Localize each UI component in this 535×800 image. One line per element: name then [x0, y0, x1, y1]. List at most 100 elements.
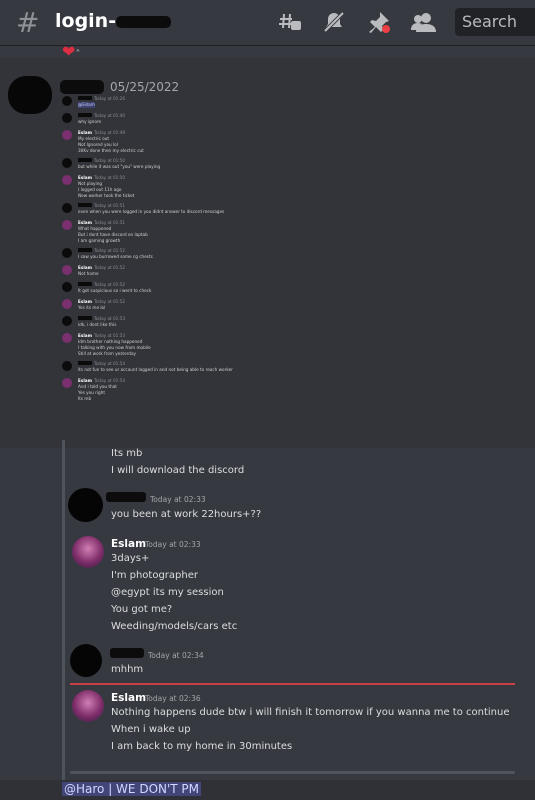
redacted-author-name	[60, 80, 104, 94]
embedded-message-time: Today at 01:53	[94, 333, 126, 338]
embedded-message-time: Today at 01:50	[94, 158, 126, 163]
embedded-message-time: Today at 01:51	[94, 203, 126, 208]
embedded-message: Today at 01:53 idk, i dont like this	[52, 316, 512, 330]
embedded-message-time: Today at 01:52	[94, 299, 126, 304]
embedded-author-name: Eslam	[78, 130, 92, 135]
embedded-author-name: Eslam	[78, 299, 92, 304]
message-line: When i wake up	[111, 724, 191, 735]
redacted-author-name	[78, 282, 92, 286]
eslam-avatar	[62, 299, 72, 309]
embedded-message: Today at 01:52 I saw you burrowed some cg…	[52, 248, 512, 262]
message-time: Today at 02:36	[145, 694, 201, 703]
embedded-screenshot: 05/25/2022 Today at 01:26 @Eslam Today at …	[0, 58, 535, 448]
message-line: I am back to my home in 30minutes	[111, 741, 293, 752]
message-line: mhhm	[111, 664, 144, 675]
embedded-message-time: Today at 01:26	[94, 96, 126, 101]
embedded-message-time: Today at 01:54	[94, 361, 126, 366]
search-input[interactable]: Search	[455, 8, 535, 36]
eslam-avatar[interactable]	[72, 690, 104, 722]
embedded-message-line: Not playing	[78, 181, 103, 186]
embedded-message-time: Today at 01:54	[94, 378, 126, 383]
embedded-message: Today at 01:52 It got suspicious so i wen…	[52, 282, 512, 296]
embedded-message-line: why ignore	[78, 119, 102, 124]
embedded-message: Today at 01:50 but while it was out "you"…	[52, 158, 512, 172]
user-mention[interactable]: @Haro | WE DON'T PM	[62, 782, 202, 796]
embedded-message-line: but while it was out "you" were playing	[78, 164, 161, 169]
redacted-avatar	[8, 76, 52, 114]
embedded-author-name: Eslam	[78, 175, 92, 180]
embedded-message-time: Today at 01:50	[94, 175, 126, 180]
message-line: you been at work 22hours+??	[111, 509, 262, 520]
eslam-avatar[interactable]	[72, 536, 104, 568]
embedded-message-line: Yes its me lol	[78, 305, 106, 310]
embedded-message: Today at 01:26 @Eslam	[52, 96, 512, 110]
members-icon[interactable]	[411, 10, 437, 34]
embedded-message-line: I logged out 11h ago	[78, 187, 122, 192]
channel-header: # login- Search	[0, 0, 535, 46]
embedded-message-line: idk, i dont like this	[78, 322, 117, 327]
channel-hash-icon: #	[16, 6, 40, 39]
horizontal-scrollbar[interactable]	[70, 771, 515, 774]
message-line: I will download the discord	[111, 465, 245, 476]
redacted-avatar	[68, 488, 103, 522]
embedded-author-name: Eslam	[78, 265, 92, 270]
quote-bar	[62, 440, 65, 780]
embedded-message-line: I saw you burrowed some cg chests	[78, 254, 153, 259]
embedded-message-line: Yes you right	[78, 390, 105, 395]
eslam-avatar	[62, 130, 72, 140]
redacted-author-name	[78, 203, 92, 207]
redacted-author-name	[78, 361, 92, 365]
embedded-message-time: Today at 01:49	[94, 130, 126, 135]
embedded-message-line: And i told you that	[78, 384, 117, 389]
eslam-avatar	[62, 265, 72, 275]
embedded-message-line: its not fun to see ur account logged in …	[78, 367, 233, 372]
embedded-message-line: Idm brother nothing happened	[78, 339, 143, 344]
message-time: Today at 02:33	[150, 495, 206, 504]
eslam-avatar	[62, 175, 72, 185]
redacted-author-name	[78, 96, 92, 100]
embedded-message-time: Today at 01:52	[94, 265, 126, 270]
mute-icon[interactable]	[322, 10, 346, 34]
message-time: Today at 02:33	[145, 540, 201, 549]
redacted-author-name	[78, 316, 92, 320]
embedded-message: Eslam Today at 01:50 Not playing I logged o…	[52, 175, 512, 200]
redacted-avatar	[70, 644, 102, 677]
message-line: Weeding/models/cars etc	[111, 621, 238, 632]
embedded-message: Today at 01:54 its not fun to see ur acco…	[52, 361, 512, 375]
embedded-message-line: @Eslam	[78, 102, 95, 108]
embedded-author-name: Eslam	[78, 220, 92, 225]
embedded-message: Eslam Today at 01:52 Yes its me lol	[52, 299, 512, 313]
redacted-avatar	[62, 96, 72, 106]
embedded-message-line: My electric out	[78, 136, 110, 141]
pin-icon[interactable]	[367, 10, 391, 34]
author-name[interactable]: Eslam	[111, 538, 146, 550]
redacted-author-name	[110, 648, 144, 658]
search-placeholder: Search	[462, 12, 517, 31]
embedded-message-line: It got suspicious so i went to check	[78, 288, 152, 293]
message-date: 05/25/2022	[110, 80, 180, 94]
redacted-avatar	[62, 361, 72, 371]
embedded-message-line: I talking with you now from mobile	[78, 345, 151, 350]
redacted-author-name	[78, 158, 92, 162]
redacted-avatar	[62, 248, 72, 258]
embedded-message: Eslam Today at 01:54 And i told you that Ye…	[52, 378, 512, 403]
embedded-message-time: Today at 01:53	[94, 316, 126, 321]
embedded-message-line: Not home	[78, 271, 99, 276]
message-line: Nothing happens dude btw i will finish i…	[111, 707, 510, 718]
new-messages-divider	[70, 683, 515, 685]
embedded-message-line: Not Ignored you lol	[78, 142, 118, 147]
redacted-avatar	[62, 282, 72, 292]
message-line: Its mb	[111, 448, 143, 459]
embedded-message-line: 30Kv done then my electric cut	[78, 148, 144, 153]
embedded-message: Eslam Today at 01:53 Idm brother nothing h…	[52, 333, 512, 358]
message-line: I'm photographer	[111, 570, 198, 581]
redacted-author-name	[78, 248, 92, 252]
redacted-author-name	[78, 113, 92, 117]
message-line: @egypt its my session	[111, 587, 224, 598]
embedded-author-name: Eslam	[78, 333, 92, 338]
threads-icon[interactable]	[278, 10, 302, 34]
embedded-message-line: Its mb	[78, 396, 92, 401]
embedded-message-line: New worker took the ticket	[78, 193, 135, 198]
embedded-message-line: I am gaming growth	[78, 238, 121, 243]
author-name[interactable]: Eslam	[111, 692, 146, 704]
